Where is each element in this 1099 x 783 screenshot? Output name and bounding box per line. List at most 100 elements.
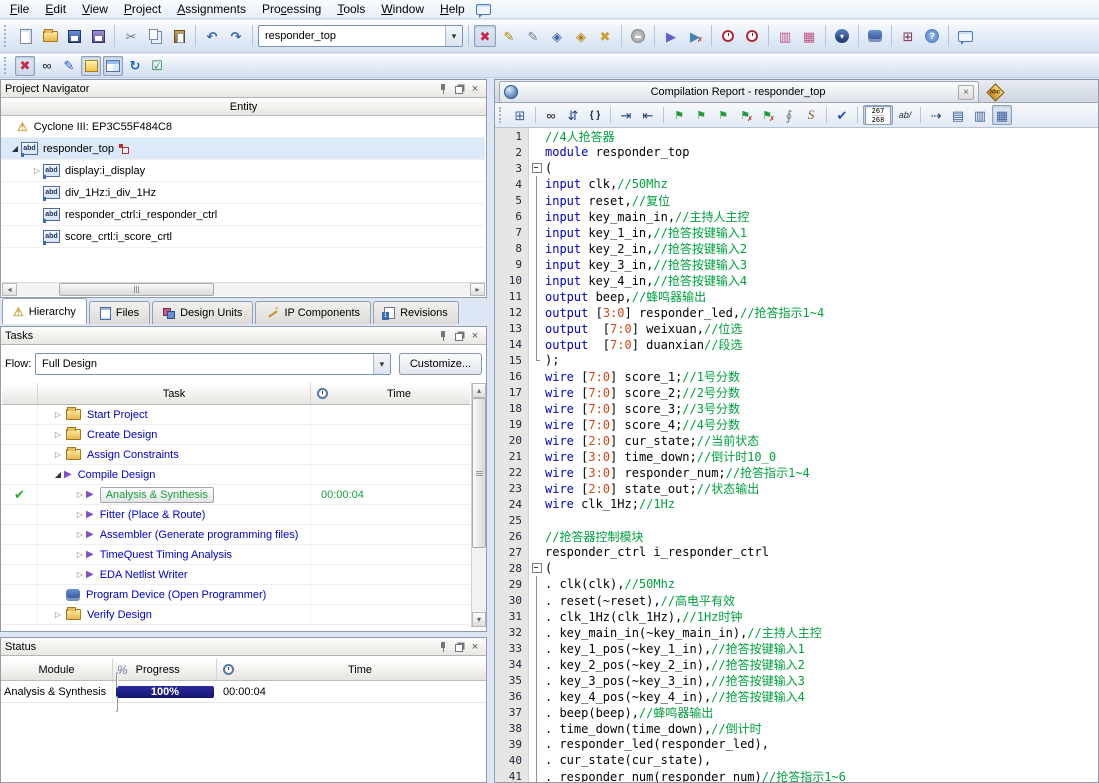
code-line[interactable]: 38 . time_down(time_down),//倒计时 <box>495 720 1098 736</box>
task-row[interactable]: ▷ Assign Constraints <box>2 445 470 465</box>
task-row[interactable]: ▷ Create Design <box>2 425 470 445</box>
close-icon[interactable]: × <box>468 329 482 343</box>
fold-marker-icon[interactable] <box>529 560 543 576</box>
code-line[interactable]: 26 //抢答器控制模块 <box>495 528 1098 544</box>
code-line[interactable]: 3( <box>495 160 1098 176</box>
tab-design-units[interactable]: Design Units <box>152 301 254 324</box>
code-line[interactable]: 24 wire clk_1Hz;//1Hz <box>495 496 1098 512</box>
scroll-up-icon[interactable]: ▴ <box>472 383 486 398</box>
flow-combobox[interactable]: Full Design ▾ <box>35 353 391 375</box>
word-wrap-icon[interactable]: ab/ <box>895 105 915 125</box>
rtl-viewer-icon[interactable]: ▥ <box>774 25 796 47</box>
menu-view[interactable]: View <box>74 0 116 18</box>
text-editor-tab-icon[interactable]: abc <box>986 83 1005 102</box>
code-line[interactable]: 39 . responder_led(responder_led), <box>495 736 1098 752</box>
compilation-report-tab[interactable]: Compilation Report - responder_top × <box>499 81 979 102</box>
code-line[interactable]: 29 . clk(clk),//50Mhz <box>495 576 1098 592</box>
expander-icon[interactable]: ◢ <box>9 144 21 153</box>
code-line[interactable]: 14 output [7:0] duanxian//段选 <box>495 336 1098 352</box>
task-row[interactable]: Program Device (Open Programmer) <box>2 585 470 605</box>
assignment-editor-icon[interactable]: ✎ <box>498 25 520 47</box>
chip-planner-icon[interactable]: ◈ <box>570 25 592 47</box>
timequest-icon[interactable] <box>717 25 739 47</box>
expander-icon[interactable]: ▷ <box>52 610 64 619</box>
code-line[interactable]: 4 input clk,//50Mhz <box>495 176 1098 192</box>
expander-icon[interactable]: ▷ <box>74 490 86 499</box>
task-row[interactable]: ◢ ▶ Compile Design <box>2 465 470 485</box>
menu-window[interactable]: Window <box>373 0 432 18</box>
previous-bookmark-icon[interactable]: ⚑ <box>713 105 733 125</box>
expander-icon[interactable]: ▷ <box>52 430 64 439</box>
menu-file[interactable]: File <box>2 0 37 18</box>
technology-map-viewer-icon[interactable]: ▦ <box>798 25 820 47</box>
code-line[interactable]: 20 wire [2:0] cur_state;//当前状态 <box>495 432 1098 448</box>
insert-template-icon[interactable]: { } <box>585 105 605 125</box>
code-line[interactable]: 2 module responder_top <box>495 144 1098 160</box>
code-line[interactable]: 5 input reset,//复位 <box>495 192 1098 208</box>
close-icon[interactable]: × <box>468 640 482 654</box>
code-editor[interactable]: 1//4人抢答器 2 module responder_top 3(4 input cl… <box>495 128 1098 782</box>
entity-row[interactable]: abd score_crtl:i_score_crtl <box>1 226 485 248</box>
horizontal-scrollbar[interactable]: ◂ ▸ <box>2 282 485 296</box>
close-icon[interactable]: × <box>468 82 482 96</box>
expander-icon[interactable]: ▷ <box>31 166 43 175</box>
macro-icon[interactable]: S <box>801 105 821 125</box>
new-file-icon[interactable] <box>15 25 37 47</box>
pin-icon[interactable] <box>436 82 450 96</box>
entity-row[interactable]: abd div_1Hz:i_div_1Hz <box>1 182 485 204</box>
dotted-arrow-icon[interactable]: ⇢ <box>926 105 946 125</box>
paperclip-icon[interactable]: ∮ <box>779 105 799 125</box>
view-summary-icon[interactable]: ▦ <box>992 105 1012 125</box>
code-line[interactable]: 28 ( <box>495 560 1098 576</box>
code-line[interactable]: 1 //4人抢答器 <box>495 128 1098 144</box>
code-line[interactable]: 22 wire [3:0] responder_num;//抢答指示1~4 <box>495 464 1098 480</box>
menu-help[interactable]: Help <box>432 0 473 18</box>
find-icon[interactable]: ∞ <box>541 105 561 125</box>
menu-edit[interactable]: Edit <box>37 0 74 18</box>
pin-icon[interactable] <box>436 640 450 654</box>
fold-marker-icon[interactable] <box>529 160 543 176</box>
expander-icon[interactable]: ▷ <box>52 410 64 419</box>
chevron-down-icon[interactable]: ▾ <box>372 354 390 374</box>
paste-icon[interactable] <box>168 25 190 47</box>
task-row[interactable]: ✔ ▷ ▶ Analysis & Synthesis 00:00:04 <box>2 485 470 505</box>
code-line[interactable]: 10 input key_4_in,//抢答按键输入4 <box>495 272 1098 288</box>
task-row[interactable]: ▷ ▶ Assembler (Generate programming files) <box>2 525 470 545</box>
chevron-down-icon[interactable]: ▾ <box>445 26 462 46</box>
delete-all-bookmarks-icon[interactable]: ⚑ <box>757 105 777 125</box>
refresh-icon[interactable]: ↻ <box>125 56 145 76</box>
menu-processing[interactable]: Processing <box>254 0 329 18</box>
pin-planner-icon[interactable]: ✎ <box>522 25 544 47</box>
expander-icon[interactable]: ▷ <box>74 510 86 519</box>
code-line[interactable]: 37 . beep(beep),//蜂鸣器输出 <box>495 704 1098 720</box>
vertical-scrollbar[interactable]: ▴ ▾ <box>471 383 486 627</box>
task-row[interactable]: ▷ Verify Design <box>2 605 470 625</box>
unindent-icon[interactable]: ⇤ <box>638 105 658 125</box>
code-line[interactable]: 41 . responder_num(responder_num)//抢答指示1~… <box>495 768 1098 782</box>
code-line[interactable]: 18 wire [7:0] score_3;//3号分数 <box>495 400 1098 416</box>
copy-icon[interactable] <box>144 25 166 47</box>
scrollbar-thumb[interactable] <box>472 398 486 548</box>
tab-files[interactable]: Files <box>88 301 151 324</box>
scrollbar-thumb[interactable] <box>59 283 214 296</box>
delete-bookmark-icon[interactable]: ⚑ <box>735 105 755 125</box>
start-compilation-icon[interactable]: ▶ <box>660 25 682 47</box>
entity-row[interactable]: ◢ abd responder_top <box>1 138 485 160</box>
view-outline-icon[interactable]: ▥ <box>970 105 990 125</box>
task-row[interactable]: ▷ ▶ EDA Netlist Writer <box>2 565 470 585</box>
find-icon[interactable]: ∞ <box>37 56 57 76</box>
goto-source-icon[interactable]: ⊞ <box>510 105 530 125</box>
restore-icon[interactable] <box>452 640 466 654</box>
code-line[interactable]: 33 . key_1_pos(~key_1_in),//抢答按键输入1 <box>495 640 1098 656</box>
device-row[interactable]: ⚠ Cyclone III: EP3C55F484C8 <box>1 116 485 138</box>
restore-icon[interactable] <box>452 82 466 96</box>
code-line[interactable]: 9 input key_3_in,//抢答按键输入3 <box>495 256 1098 272</box>
code-line[interactable]: 40 . cur_state(cur_state), <box>495 752 1098 768</box>
entity-row[interactable]: abd responder_ctrl:i_responder_ctrl <box>1 204 485 226</box>
feedback-icon[interactable] <box>473 0 495 20</box>
stop-icon[interactable] <box>627 25 649 47</box>
code-line[interactable]: 17 wire [7:0] score_2;//2号分数 <box>495 384 1098 400</box>
code-line[interactable]: 19 wire [7:0] score_4;//4号分数 <box>495 416 1098 432</box>
stopwatch-icon[interactable] <box>741 25 763 47</box>
netlist-compass-icon[interactable]: ✖ <box>594 25 616 47</box>
